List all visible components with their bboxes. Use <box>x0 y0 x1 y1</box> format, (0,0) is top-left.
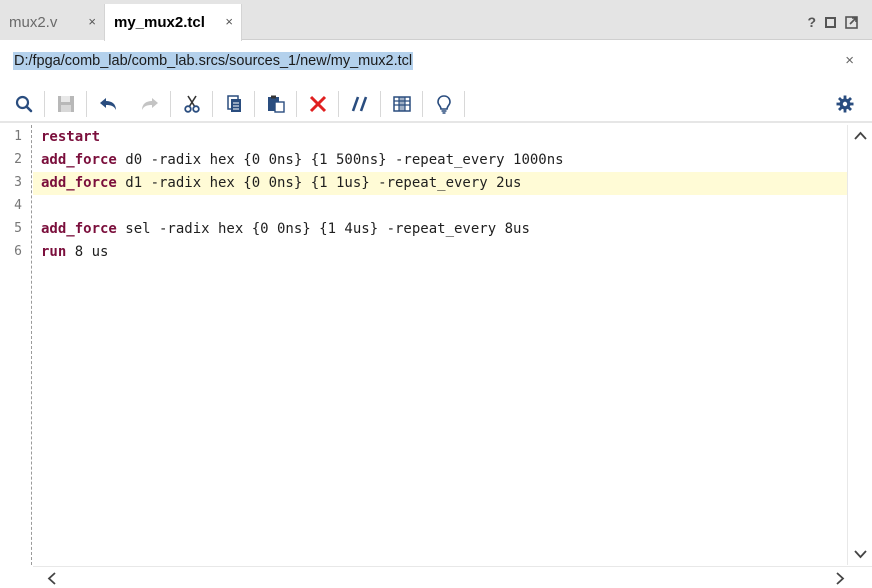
file-path[interactable]: D:/fpga/comb_lab/comb_lab.srcs/sources_1… <box>13 52 414 70</box>
tcl-keyword: restart <box>41 129 101 145</box>
tcl-keyword: add_force <box>41 175 117 191</box>
float-icon[interactable] <box>845 15 858 29</box>
paste-icon[interactable] <box>264 92 288 116</box>
code-line[interactable]: add_force sel -radix hex {0 0ns} {1 4us}… <box>33 218 847 241</box>
help-icon[interactable]: ? <box>807 14 816 30</box>
code-line-current[interactable]: add_force d1 -radix hex {0 0ns} {1 1us} … <box>33 172 847 195</box>
chevron-right-icon[interactable] <box>836 572 845 585</box>
undo-icon[interactable] <box>96 92 120 116</box>
line-number: 3 <box>14 175 22 190</box>
code-line[interactable] <box>33 195 847 218</box>
line-number-gutter: 1 2 3 4 5 6 <box>0 125 32 565</box>
delete-icon[interactable] <box>306 92 330 116</box>
editor-toolbar <box>0 85 872 123</box>
tcl-keyword: run <box>41 244 67 260</box>
tab-mux2-v[interactable]: mux2.v × <box>0 4 104 40</box>
horizontal-scrollbar[interactable] <box>33 566 872 588</box>
line-number: 5 <box>14 221 22 236</box>
line-number: 1 <box>14 129 22 144</box>
tcl-keyword: add_force <box>41 221 117 237</box>
file-path-bar: D:/fpga/comb_lab/comb_lab.srcs/sources_1… <box>0 41 872 85</box>
code-line[interactable]: add_force d0 -radix hex {0 0ns} {1 500ns… <box>33 149 847 172</box>
chevron-down-icon[interactable] <box>854 550 867 559</box>
redo-icon[interactable] <box>138 92 162 116</box>
copy-icon[interactable] <box>222 92 246 116</box>
code-text: 8 us <box>66 244 109 260</box>
code-editor[interactable]: 1 2 3 4 5 6 restart add_force d0 -radix … <box>0 125 872 588</box>
maximize-icon[interactable] <box>825 16 836 28</box>
tab-label: my_mux2.tcl <box>114 14 205 31</box>
save-icon[interactable] <box>54 92 78 116</box>
gear-icon[interactable] <box>833 92 857 116</box>
tab-label: mux2.v <box>9 13 58 31</box>
close-icon[interactable]: × <box>225 14 233 29</box>
comment-icon[interactable] <box>348 92 372 116</box>
line-number: 4 <box>14 198 22 213</box>
code-text: d0 -radix hex {0 0ns} {1 500ns} -repeat_… <box>116 152 564 168</box>
vertical-scrollbar[interactable] <box>847 125 872 565</box>
close-icon[interactable]: × <box>88 14 96 29</box>
chevron-up-icon[interactable] <box>854 131 867 140</box>
code-line[interactable]: run 8 us <box>33 241 847 264</box>
code-line[interactable]: restart <box>33 126 847 149</box>
code-text: d1 -radix hex {0 0ns} {1 1us} -repeat_ev… <box>116 175 522 191</box>
code-text: sel -radix hex {0 0ns} {1 4us} -repeat_e… <box>116 221 530 237</box>
line-number: 6 <box>14 244 22 259</box>
lightbulb-icon[interactable] <box>432 92 456 116</box>
search-icon[interactable] <box>12 92 36 116</box>
tab-my-mux2-tcl[interactable]: my_mux2.tcl × <box>104 4 242 41</box>
window-buttons: ? <box>807 14 858 30</box>
tab-bar: mux2.v × my_mux2.tcl × ? <box>0 0 872 41</box>
chevron-left-icon[interactable] <box>47 572 56 585</box>
close-icon[interactable]: × <box>845 52 854 69</box>
tcl-keyword: add_force <box>41 152 117 168</box>
line-number: 2 <box>14 152 22 167</box>
column-icon[interactable] <box>390 92 414 116</box>
cut-icon[interactable] <box>180 92 204 116</box>
